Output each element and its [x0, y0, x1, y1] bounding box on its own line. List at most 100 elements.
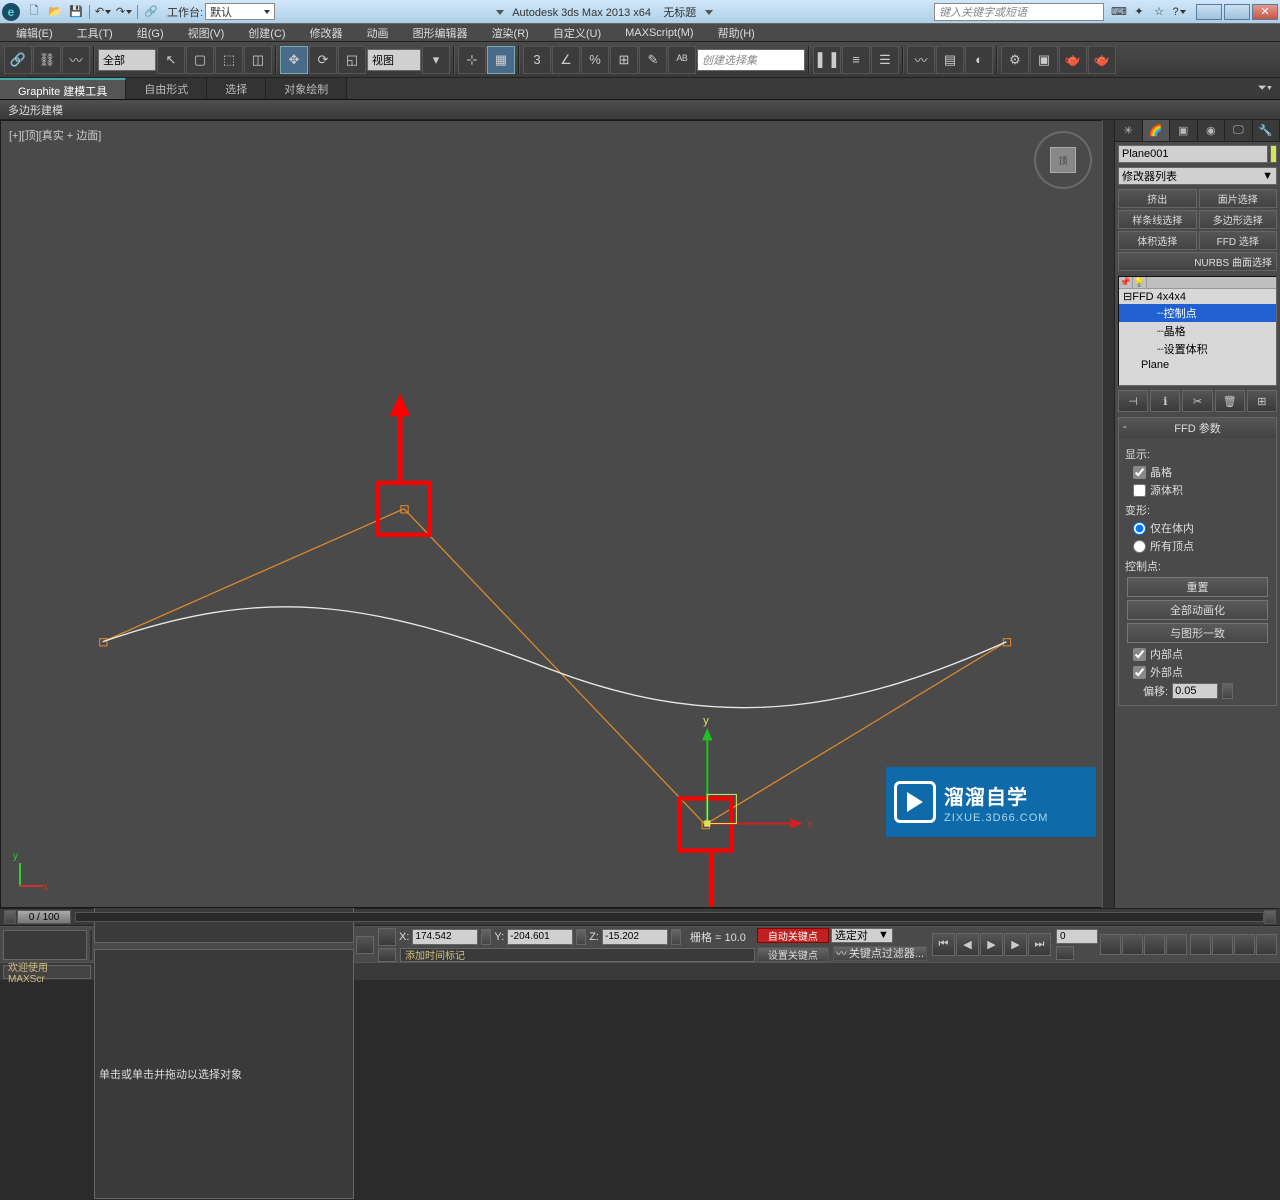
- angle-snap-icon[interactable]: ∠: [552, 46, 580, 74]
- mini-curve-editor[interactable]: [3, 930, 87, 960]
- star-icon[interactable]: ☆: [1150, 3, 1168, 21]
- spinner-icon[interactable]: [481, 929, 491, 945]
- reset-button[interactable]: 重置: [1127, 577, 1268, 597]
- render-setup-icon[interactable]: ⚙: [1001, 46, 1029, 74]
- bind-space-icon[interactable]: 〰: [62, 46, 90, 74]
- menu-help[interactable]: 帮助(H): [706, 23, 767, 43]
- maximize-viewport-icon[interactable]: [1256, 934, 1277, 955]
- zoom-extents-icon[interactable]: [1144, 934, 1165, 955]
- spinner-icon[interactable]: [576, 929, 586, 945]
- object-name-input[interactable]: [1118, 145, 1268, 163]
- remove-mod-icon[interactable]: 🗑: [1215, 390, 1245, 412]
- rendered-frame-icon[interactable]: ▣: [1030, 46, 1058, 74]
- spinner-updown-icon[interactable]: [1222, 683, 1233, 699]
- menu-edit[interactable]: 编辑(E): [4, 23, 65, 43]
- ribbon-tab-graphite[interactable]: Graphite 建模工具: [0, 78, 126, 99]
- tab-utilities-icon[interactable]: 🔧: [1253, 120, 1280, 141]
- animate-all-button[interactable]: 全部动画化: [1127, 600, 1268, 620]
- pan-view-icon[interactable]: [1212, 934, 1233, 955]
- spinner-snap-icon[interactable]: ⊞: [610, 46, 638, 74]
- app-logo[interactable]: e: [2, 3, 20, 21]
- select-region-icon[interactable]: ⬚: [215, 46, 243, 74]
- scale-tool-icon[interactable]: ◱: [338, 46, 366, 74]
- tab-motion-icon[interactable]: ◉: [1198, 120, 1226, 141]
- checkbox-outside-points[interactable]: 外部点: [1133, 664, 1270, 680]
- maximize-button[interactable]: ▭: [1224, 4, 1250, 20]
- mod-polysel-button[interactable]: 多边形选择: [1199, 210, 1278, 229]
- time-tag-icon[interactable]: [378, 948, 396, 962]
- stack-sub-setvolume[interactable]: ┈ 设置体积: [1119, 340, 1276, 358]
- mirror-icon[interactable]: ▌▐: [813, 46, 841, 74]
- stack-pin-icon[interactable]: 📌: [1119, 277, 1133, 288]
- mod-patchsel-button[interactable]: 面片选择: [1199, 189, 1278, 208]
- key-icon[interactable]: ⌨: [1110, 3, 1128, 21]
- auto-key-button[interactable]: 自动关键点: [757, 928, 829, 943]
- keyboard-shortcut-icon[interactable]: ▦: [487, 46, 515, 74]
- viewport-scrollbar[interactable]: [1102, 120, 1114, 908]
- fov-icon[interactable]: [1166, 934, 1187, 955]
- ribbon-tab-select[interactable]: 选择: [207, 78, 266, 99]
- render-icon[interactable]: 🫖: [1059, 46, 1087, 74]
- select-icon[interactable]: ↖: [157, 46, 185, 74]
- pin-stack-icon[interactable]: ⊣: [1118, 390, 1148, 412]
- minimize-button[interactable]: ─: [1196, 4, 1222, 20]
- rollout-header[interactable]: -FFD 参数: [1119, 418, 1276, 438]
- time-tag-field[interactable]: 添加时间标记: [400, 948, 755, 962]
- conform-shape-button[interactable]: 与图形一致: [1127, 623, 1268, 643]
- time-slider-track[interactable]: [75, 912, 1264, 922]
- curve-editor-icon[interactable]: 〰: [907, 46, 935, 74]
- menu-customize[interactable]: 自定义(U): [541, 23, 613, 43]
- tab-create-icon[interactable]: ✳: [1115, 120, 1143, 141]
- time-slider-thumb[interactable]: 0 / 100: [17, 910, 71, 924]
- redo-icon[interactable]: ↷: [114, 3, 134, 21]
- manipulate-icon[interactable]: ⊹: [458, 46, 486, 74]
- menu-animation[interactable]: 动画: [355, 23, 401, 43]
- next-frame-icon[interactable]: ▶: [1004, 933, 1027, 956]
- x-value-input[interactable]: 174.542: [412, 929, 478, 945]
- mod-extrude-button[interactable]: 挤出: [1118, 189, 1197, 208]
- menu-group[interactable]: 组(G): [125, 23, 176, 43]
- ribbon-tab-paint[interactable]: 对象绘制: [266, 78, 347, 99]
- menu-modifiers[interactable]: 修改器: [298, 23, 355, 43]
- caret-icon[interactable]: [496, 10, 504, 15]
- modifier-stack[interactable]: 📌💡 ⊟ FFD 4x4x4 ┈ 控制点 ┈ 晶格 ┈ 设置体积 Plane: [1118, 276, 1277, 386]
- mod-nurbssel-button[interactable]: NURBS 曲面选择: [1118, 252, 1277, 271]
- goto-end-icon[interactable]: ⏭: [1028, 933, 1051, 956]
- orbit-icon[interactable]: [1234, 934, 1255, 955]
- move-tool-icon[interactable]: ✥: [280, 46, 308, 74]
- configure-sets-icon[interactable]: ⊞: [1247, 390, 1277, 412]
- zoom-icon[interactable]: [1122, 934, 1143, 955]
- z-value-input[interactable]: -15.202: [602, 929, 668, 945]
- save-icon[interactable]: 💾: [66, 3, 86, 21]
- rotate-tool-icon[interactable]: ⟳: [309, 46, 337, 74]
- percent-snap-icon[interactable]: %: [581, 46, 609, 74]
- named-sel-abc-icon[interactable]: ᴬᴮ: [668, 46, 696, 74]
- spinner-icon[interactable]: [671, 929, 681, 945]
- render-prod-icon[interactable]: 🫖: [1088, 46, 1116, 74]
- goto-start-icon[interactable]: ⏮: [932, 933, 955, 956]
- close-button[interactable]: ✕: [1252, 4, 1278, 20]
- stack-sub-controlpoints[interactable]: ┈ 控制点: [1119, 304, 1276, 322]
- ribbon-expand-icon[interactable]: ⏷▾: [1250, 78, 1280, 99]
- pan-icon[interactable]: [1100, 934, 1121, 955]
- link-icon[interactable]: 🔗: [141, 3, 161, 21]
- workspace-dropdown[interactable]: 默认: [205, 3, 275, 20]
- object-color-swatch[interactable]: [1270, 145, 1277, 163]
- set-key-button[interactable]: 设置关键点: [757, 947, 829, 962]
- stack-sub-lattice[interactable]: ┈ 晶格: [1119, 322, 1276, 340]
- make-unique-icon[interactable]: ✂: [1182, 390, 1212, 412]
- menu-tools[interactable]: 工具(T): [65, 23, 125, 43]
- lock-selection-icon[interactable]: [356, 936, 374, 954]
- undo-icon[interactable]: ↶: [93, 3, 113, 21]
- stack-item-ffd[interactable]: ⊟ FFD 4x4x4: [1119, 289, 1276, 304]
- mod-volsel-button[interactable]: 体积选择: [1118, 231, 1197, 250]
- modifier-list-dropdown[interactable]: 修改器列表▼: [1118, 167, 1277, 185]
- menu-maxscript[interactable]: MAXScript(M): [613, 25, 705, 41]
- key-mode-dropdown[interactable]: 选定对▼: [831, 928, 893, 943]
- menu-create[interactable]: 创建(C): [236, 23, 297, 43]
- menu-render[interactable]: 渲染(R): [480, 23, 541, 43]
- stack-bulb-icon[interactable]: 💡: [1133, 277, 1147, 288]
- snap-toggle-icon[interactable]: 3: [523, 46, 551, 74]
- timeline-left-icon[interactable]: [4, 910, 16, 924]
- stack-item-plane[interactable]: Plane: [1119, 358, 1276, 372]
